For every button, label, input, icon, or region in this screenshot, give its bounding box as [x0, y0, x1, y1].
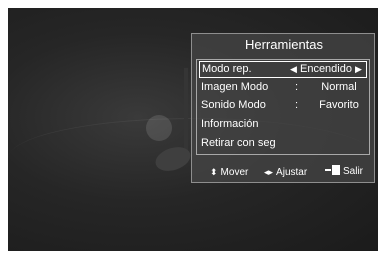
menu-item-label: Modo rep. [202, 63, 252, 75]
separator-colon: : [295, 99, 299, 111]
hint-adjust: ◂▸ Ajustar [264, 162, 307, 183]
menu-item-retirar-con-seg[interactable]: Retirar con seg [199, 135, 367, 152]
hint-move: ⬍ Mover [210, 162, 248, 183]
menu-item-imagen-modo[interactable]: Imagen Modo : Normal [199, 79, 367, 96]
menu-item-value: Favorito [319, 99, 359, 111]
menu-item-value: Normal [321, 81, 357, 93]
tv-screen: Herramientas Modo rep. ◀ Encendido ▶ Ima… [8, 8, 378, 251]
hint-bar: ⬍ Mover ◂▸ Ajustar Salir [192, 162, 376, 182]
left-arrow-icon[interactable]: ◀ [290, 62, 297, 77]
menu-item-label: Información [201, 118, 259, 130]
menu-title: Herramientas [244, 37, 324, 52]
menu-item-label: Imagen Modo [201, 81, 269, 93]
menu-item-value: Encendido [299, 63, 352, 75]
bubble-decoration [146, 115, 172, 141]
hint-exit: Salir [325, 162, 364, 182]
menu-item-sonido-modo[interactable]: Sonido Modo : Favorito [199, 97, 367, 114]
menu-item-modo-rep[interactable]: Modo rep. ◀ Encendido ▶ [199, 61, 367, 78]
right-arrow-icon[interactable]: ▶ [355, 62, 362, 77]
hint-adjust-label: Ajustar [276, 167, 308, 178]
hint-move-label: Mover [220, 167, 249, 178]
value-selector[interactable]: ◀ Encendido ▶ [290, 62, 368, 77]
left-right-arrows-icon: ◂▸ [264, 167, 274, 177]
menu-item-label: Sonido Modo [201, 99, 266, 111]
menu-item-label: Retirar con seg [201, 137, 276, 149]
hint-exit-label: Salir [343, 166, 364, 177]
tools-menu: Herramientas Modo rep. ◀ Encendido ▶ Ima… [191, 33, 375, 183]
exit-door-icon [325, 165, 340, 175]
menu-item-informacion[interactable]: Información [199, 116, 367, 133]
separator-colon: : [295, 81, 299, 93]
music-note-stem-decoration [184, 68, 188, 160]
up-down-arrows-icon: ⬍ [210, 167, 218, 177]
menu-list: Modo rep. ◀ Encendido ▶ Imagen Modo : No… [196, 59, 370, 155]
